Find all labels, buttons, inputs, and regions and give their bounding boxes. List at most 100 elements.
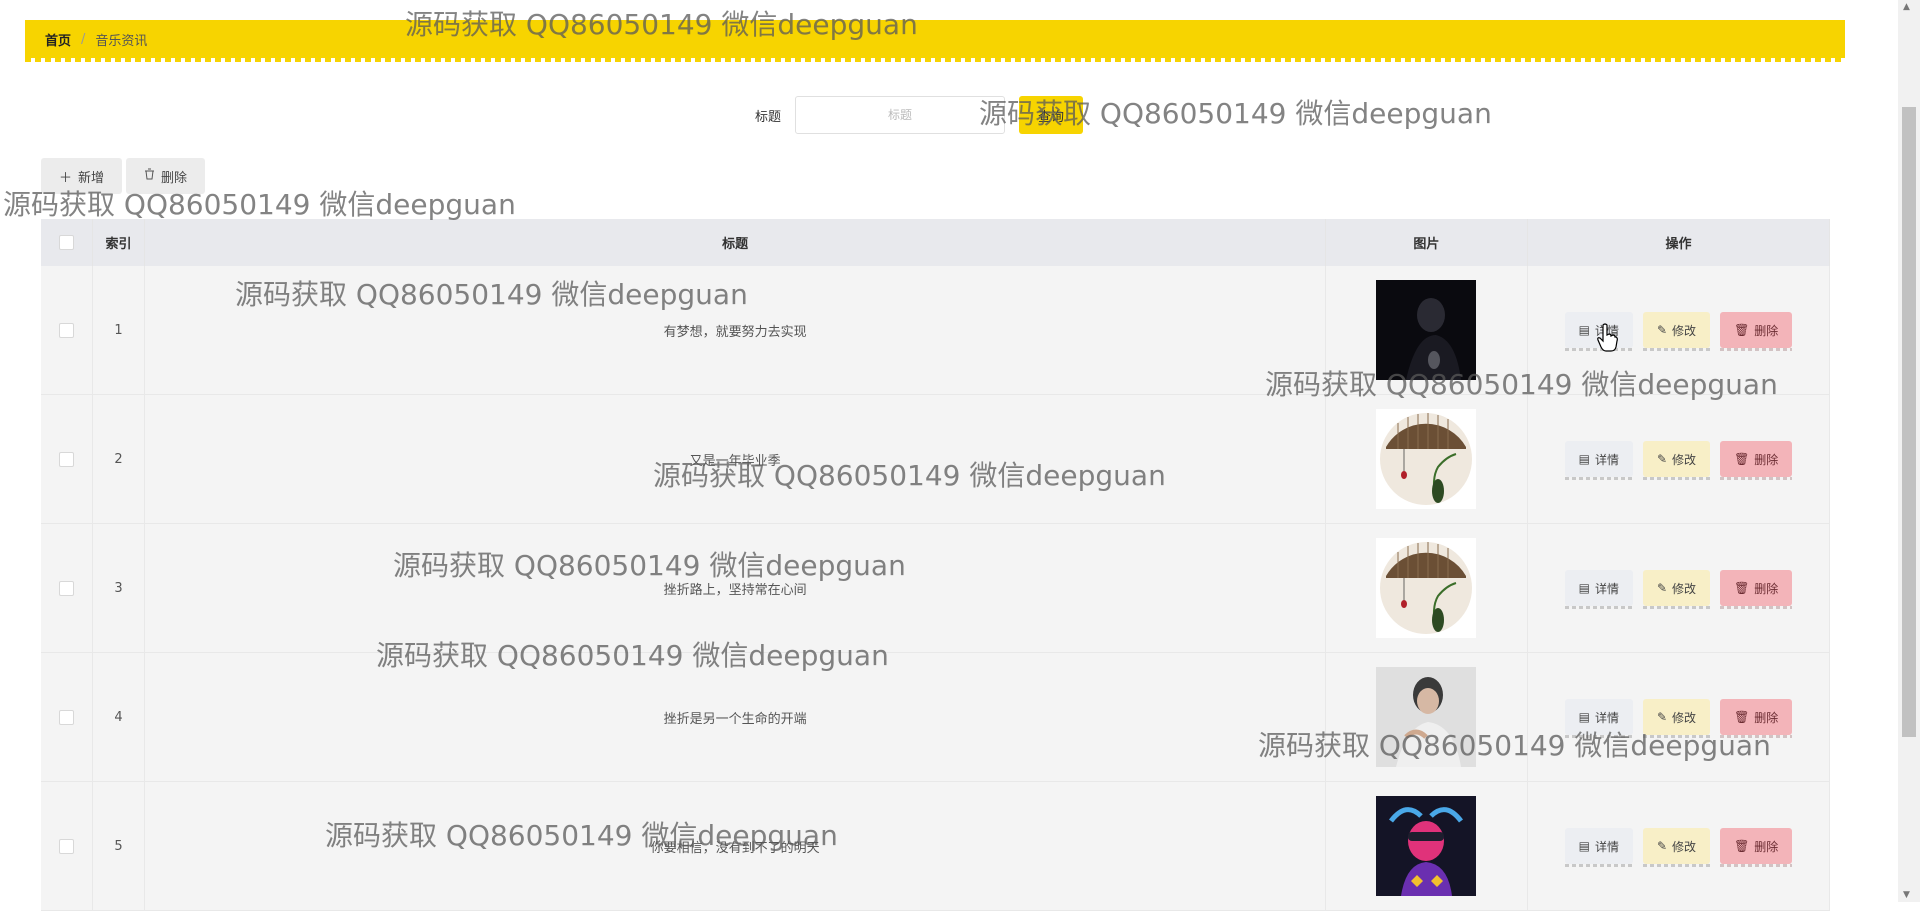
batch-delete-button[interactable]: 删除 xyxy=(126,158,206,194)
table-row: 1 有梦想，就要努力去实现 ▤详情 ✎修改 🗑删除 xyxy=(41,266,1831,395)
detail-label: 详情 xyxy=(1594,710,1619,725)
table-row: 5 你要相信，没有到不了的明天 ▤ 详情 ✎ 修改 🗑 删除 xyxy=(41,781,1831,911)
edit-button[interactable]: ✎ 修改 xyxy=(1642,570,1711,609)
trash-icon: 🗑 xyxy=(1734,839,1750,853)
edit-label: 修改 xyxy=(1672,839,1697,854)
delete-label: 删除 xyxy=(1754,323,1779,338)
row-image-cell xyxy=(1325,394,1528,524)
row-checkbox-cell xyxy=(41,652,93,782)
pencil-icon: ✎ xyxy=(1656,581,1668,595)
edit-label: 修改 xyxy=(1672,710,1697,725)
news-table: 索引 标题 图片 操作 1 有梦想，就要努力去实现 ▤ 详情 xyxy=(41,219,1831,911)
detail-button[interactable]: ▤ 详情 xyxy=(1564,441,1634,480)
detail-label: 详情 xyxy=(1594,581,1619,596)
document-icon: ▤ xyxy=(1578,839,1590,853)
header-operations: 操作 xyxy=(1527,219,1831,266)
row-image-cell xyxy=(1325,266,1528,395)
scroll-down-arrow-icon[interactable]: ▼ xyxy=(1903,890,1910,900)
row-image-cell xyxy=(1325,781,1528,911)
detail-label: 详情 xyxy=(1594,839,1619,854)
row-index: 1 xyxy=(92,266,146,395)
search-label: 标题 xyxy=(755,109,782,125)
header-title: 标题 xyxy=(144,219,1326,266)
delete-button[interactable]: 🗑 删除 xyxy=(1720,828,1793,867)
document-icon: ▤ xyxy=(1578,323,1590,337)
news-thumbnail[interactable] xyxy=(1376,280,1477,380)
trash-icon: 🗑 xyxy=(1734,581,1750,595)
detail-button[interactable]: ▤ 详情 xyxy=(1564,570,1634,609)
hand-cursor-icon xyxy=(1597,323,1618,352)
table-row: 2 又是一年毕业季 ▤ 详情 ✎ 修改 🗑 删除 xyxy=(41,394,1831,524)
scrollbar-thumb[interactable] xyxy=(1902,107,1916,737)
detail-button[interactable]: ▤ 详情 xyxy=(1564,699,1634,738)
row-title: 挫折是另一个生命的开端 xyxy=(144,652,1326,782)
edit-button[interactable]: ✎ 修改 xyxy=(1642,699,1711,738)
row-checkbox-cell xyxy=(41,523,93,653)
search-button[interactable]: 查询 xyxy=(1019,96,1084,134)
row-title: 又是一年毕业季 xyxy=(144,394,1326,524)
row-title: 挫折路上，坚持常在心间 xyxy=(144,523,1326,653)
table-row: 4 挫折是另一个生命的开端 ▤ 详情 ✎ 修改 🗑 删除 xyxy=(41,652,1831,782)
breadcrumb-separator: / xyxy=(81,31,86,47)
search-form: 标题 查询 xyxy=(755,95,1084,135)
table-header-row: 索引 标题 图片 操作 xyxy=(41,219,1831,266)
row-title: 你要相信，没有到不了的明天 xyxy=(144,781,1326,911)
news-thumbnail[interactable] xyxy=(1376,796,1477,896)
header-index: 索引 xyxy=(92,219,146,266)
delete-label: 删除 xyxy=(1754,581,1779,596)
breadcrumb: 首页 / 音乐资讯 xyxy=(25,20,1845,62)
toolbar: ＋ 新增 删除 xyxy=(41,158,206,194)
row-checkbox[interactable] xyxy=(58,709,74,725)
detail-button[interactable]: ▤ 详情 xyxy=(1564,828,1634,867)
document-icon: ▤ xyxy=(1578,710,1590,724)
row-checkbox[interactable] xyxy=(58,580,74,596)
row-operations: ▤详情 ✎修改 🗑删除 xyxy=(1527,266,1831,395)
news-thumbnail[interactable] xyxy=(1376,667,1477,767)
scroll-up-arrow-icon[interactable]: ▲ xyxy=(1903,2,1910,12)
edit-label: 修改 xyxy=(1672,452,1697,467)
document-icon: ▤ xyxy=(1578,581,1590,595)
row-image-cell xyxy=(1325,652,1528,782)
row-index: 5 xyxy=(92,781,146,911)
trash-icon: 🗑 xyxy=(1734,452,1750,466)
add-button[interactable]: ＋ 新增 xyxy=(41,158,123,194)
row-operations: ▤详情 ✎ 修改 🗑删除 xyxy=(1527,394,1831,524)
select-all-checkbox[interactable] xyxy=(58,235,74,250)
row-checkbox[interactable] xyxy=(58,322,74,338)
select-all-cell xyxy=(41,219,93,266)
delete-label: 删除 xyxy=(1754,710,1779,725)
row-checkbox[interactable] xyxy=(58,838,74,854)
row-operations: ▤ 详情 ✎修改 🗑 删除 xyxy=(1527,781,1831,911)
delete-label: 删除 xyxy=(1754,839,1779,854)
row-index: 3 xyxy=(92,523,146,653)
row-index: 4 xyxy=(92,652,146,782)
vertical-scrollbar[interactable]: ▲ ▼ xyxy=(1898,0,1920,902)
delete-button[interactable]: 🗑 删除 xyxy=(1720,699,1793,738)
edit-button[interactable]: ✎ 修改 xyxy=(1642,441,1711,480)
search-input[interactable] xyxy=(795,96,1006,134)
breadcrumb-home[interactable]: 首页 xyxy=(45,30,71,49)
edit-button[interactable]: ✎ 修改 xyxy=(1642,312,1711,351)
delete-button[interactable]: 🗑 删除 xyxy=(1720,570,1793,609)
trash-icon xyxy=(144,168,155,184)
edit-button[interactable]: ✎ 修改 xyxy=(1642,828,1711,867)
breadcrumb-current: 音乐资讯 xyxy=(95,33,148,49)
news-thumbnail[interactable] xyxy=(1376,538,1477,638)
row-operations: ▤ 详情 ✎修改 🗑 删除 xyxy=(1527,523,1831,653)
pencil-icon: ✎ xyxy=(1656,710,1668,724)
delete-button[interactable]: 🗑 删除 xyxy=(1720,441,1793,480)
news-thumbnail[interactable] xyxy=(1376,409,1477,509)
pencil-icon: ✎ xyxy=(1656,452,1668,466)
row-operations: ▤ 详情 ✎ 修改 🗑 删除 xyxy=(1527,652,1831,782)
row-index: 2 xyxy=(92,394,146,524)
table-row: 3 挫折路上，坚持常在心间 ▤ 详情 ✎ 修改 🗑 删除 xyxy=(41,523,1831,653)
detail-label: 详情 xyxy=(1594,452,1619,467)
trash-icon: 🗑 xyxy=(1734,710,1750,724)
row-checkbox[interactable] xyxy=(58,451,74,467)
trash-icon: 🗑 xyxy=(1734,323,1750,337)
pencil-icon: ✎ xyxy=(1656,323,1668,337)
row-checkbox-cell xyxy=(41,394,93,524)
delete-button[interactable]: 🗑 删除 xyxy=(1720,312,1793,351)
row-image-cell xyxy=(1325,523,1528,653)
batch-delete-label: 删除 xyxy=(161,170,188,186)
